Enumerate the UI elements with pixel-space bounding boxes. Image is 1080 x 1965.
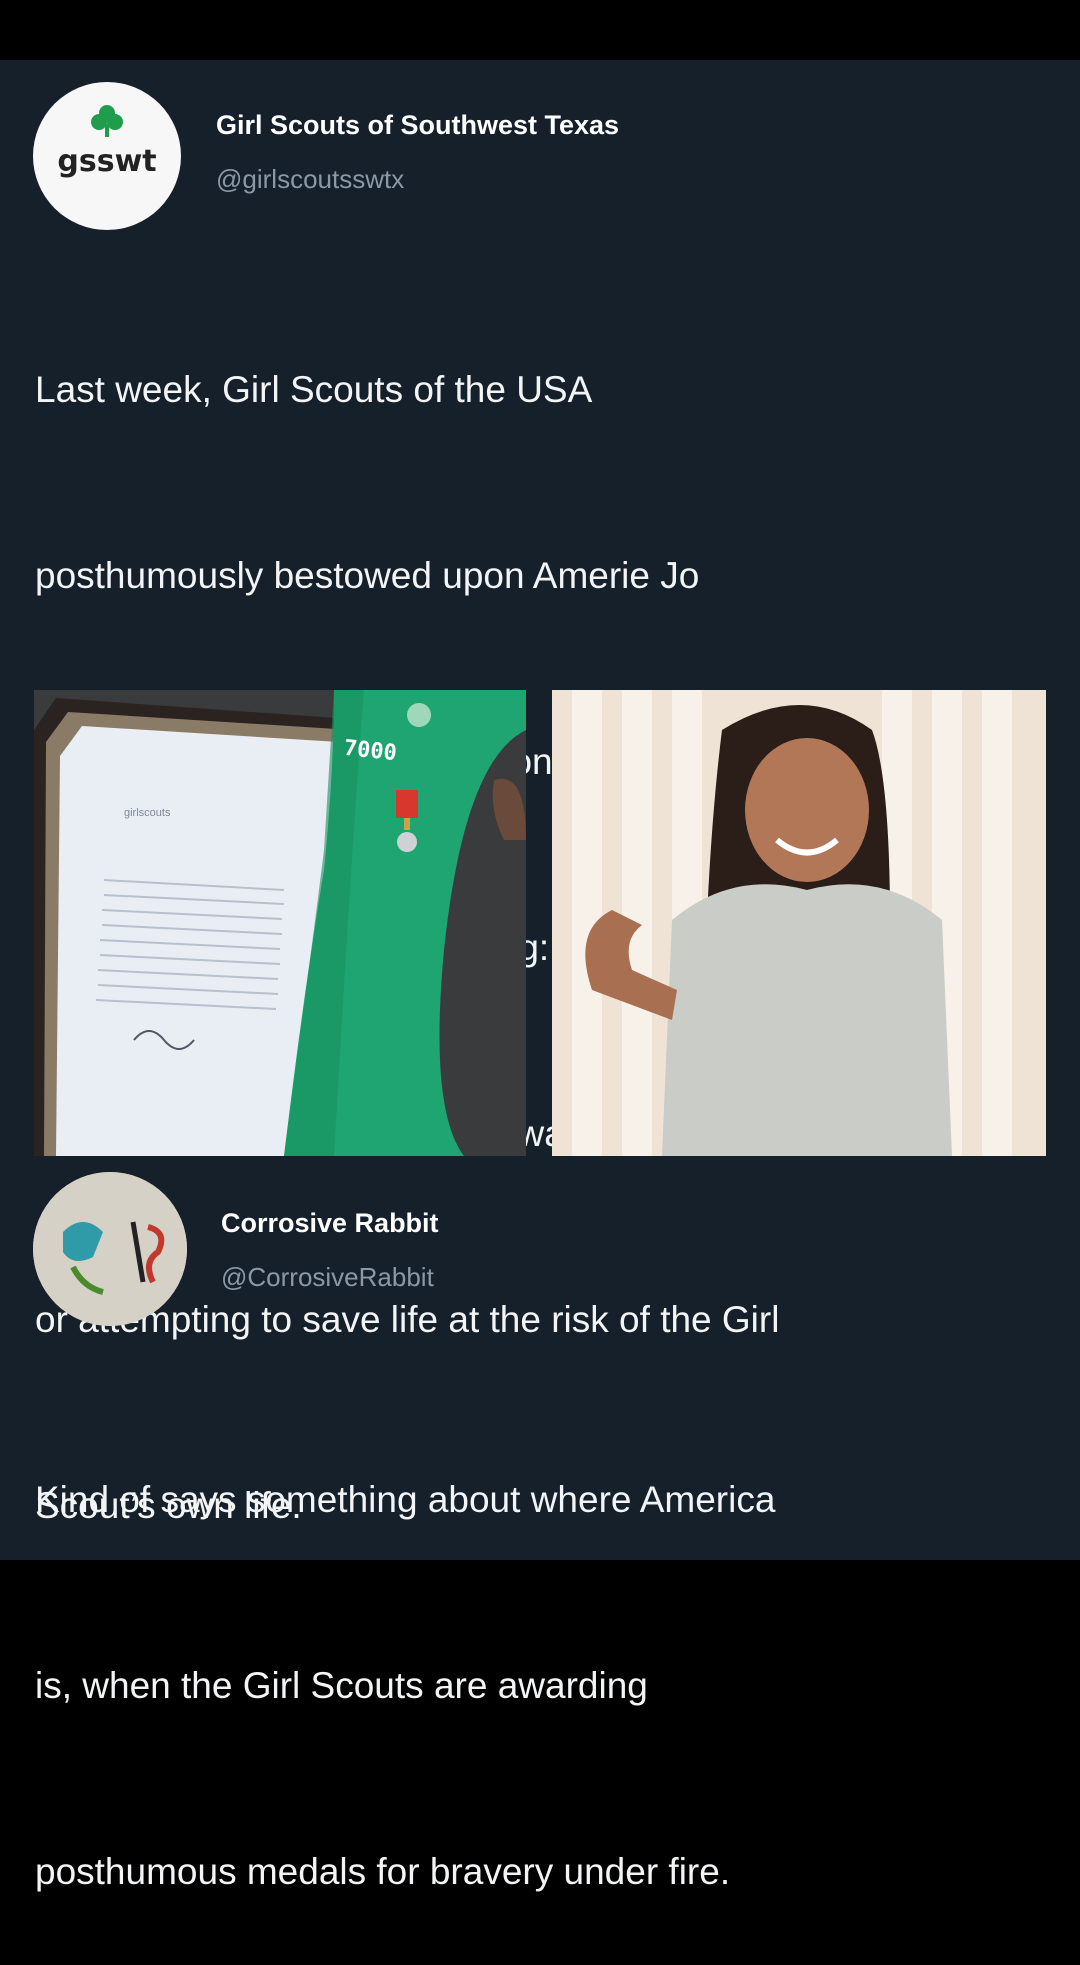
reply-body: Kind of says something about where Ameri… [35,1345,1055,1965]
reply-line: posthumous medals for bravery under fire… [35,1851,731,1892]
portrait-image [552,690,1046,1156]
reply-line: Kind of says something about where Ameri… [35,1479,776,1520]
reply-author-handle[interactable]: @CorrosiveRabbit [221,1262,434,1293]
top-letterbox [0,0,1080,60]
reply-author-display-name[interactable]: Corrosive Rabbit [221,1208,439,1239]
tweet-line: or attempting to save life at the risk o… [35,1299,780,1340]
trefoil-icon [91,105,123,137]
corrosive-rabbit-avatar[interactable] [33,1172,187,1326]
gsswt-avatar[interactable]: gsswt [33,82,181,230]
tweet-line: posthumously bestowed upon Amerie Jo [35,555,700,596]
author-handle[interactable]: @girlscoutsswtx [216,164,404,195]
media-certificate-photo[interactable]: girlscouts 7000 [34,690,526,1156]
reply-line: is, when the Girl Scouts are awarding [35,1665,648,1706]
certificate-sash-image: girlscouts 7000 [34,690,526,1156]
tweet-line: Last week, Girl Scouts of the USA [35,369,593,410]
author-display-name[interactable]: Girl Scouts of Southwest Texas [216,110,619,141]
avatar-logo-text: gsswt [57,144,157,179]
certificate-logo: girlscouts [124,807,171,819]
media-portrait-photo[interactable] [552,690,1046,1156]
rabbit-graffiti-icon [33,1172,187,1326]
